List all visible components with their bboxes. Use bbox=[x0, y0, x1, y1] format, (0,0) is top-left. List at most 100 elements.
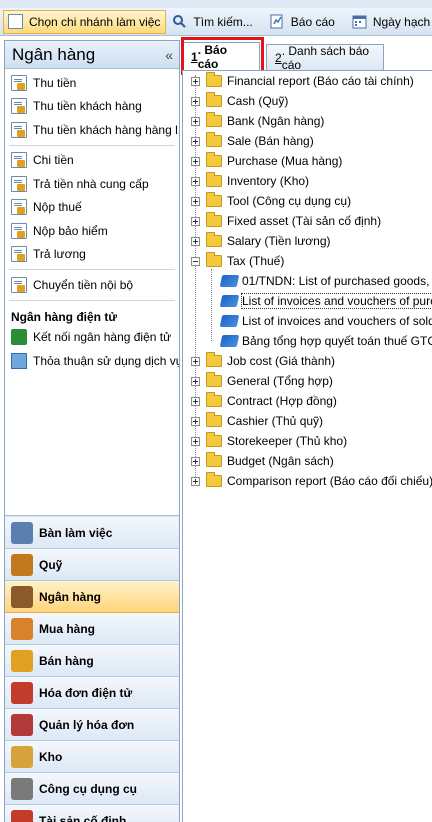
tab-report-list[interactable]: 2. Danh sách báo cáo bbox=[266, 44, 384, 72]
nav-item-customer-receipt[interactable]: Thu tiền khách hàng bbox=[5, 95, 179, 119]
expand-icon[interactable] bbox=[191, 436, 200, 446]
module-sales[interactable]: Bán hàng bbox=[5, 645, 179, 677]
tree-node-cash[interactable]: Cash (Quỹ) bbox=[191, 91, 288, 111]
folder-icon bbox=[206, 212, 222, 227]
nav-item-pay-tax[interactable]: Nộp thuế bbox=[5, 196, 179, 220]
nav-item-customer-receipt-batch[interactable]: Thu tiền khách hàng hàng l... bbox=[5, 118, 179, 142]
module-cash[interactable]: Quỹ bbox=[5, 549, 179, 581]
divider bbox=[9, 144, 175, 146]
tree-node-sale[interactable]: Sale (Bán hàng) bbox=[191, 131, 314, 151]
tree-node-inventory[interactable]: Inventory (Kho) bbox=[191, 171, 309, 191]
menu-strip bbox=[0, 0, 432, 8]
tree-node-contract[interactable]: Contract (Hợp đồng) bbox=[191, 391, 337, 411]
search-button[interactable]: Tìm kiếm... bbox=[168, 10, 257, 34]
expand-icon[interactable] bbox=[191, 96, 200, 106]
collapse-panel-button[interactable]: « bbox=[165, 47, 173, 63]
module-inventory[interactable]: Kho bbox=[5, 741, 179, 773]
left-panel-title: Ngân hàng bbox=[12, 44, 96, 64]
expand-icon[interactable] bbox=[191, 376, 200, 386]
nav-item-pay-supplier[interactable]: Trả tiền nhà cung cấp bbox=[5, 172, 179, 196]
module-tools[interactable]: Công cụ dụng cụ bbox=[5, 773, 179, 805]
payment-icon bbox=[11, 199, 27, 216]
expand-icon[interactable] bbox=[191, 396, 200, 406]
report-book-icon bbox=[219, 275, 240, 287]
nav-item-payment[interactable]: Chi tiền bbox=[5, 149, 179, 173]
folder-icon bbox=[206, 112, 222, 127]
tree-report-vat-settlement[interactable]: Bảng tổng hợp quyết toán thuế GTG bbox=[219, 331, 432, 351]
tree-node-bank[interactable]: Bank (Ngân hàng) bbox=[191, 111, 324, 131]
choose-branch-button[interactable]: Chọn chi nhánh làm việc bbox=[3, 9, 167, 34]
e-invoice-icon bbox=[11, 681, 33, 704]
bank-icon bbox=[11, 585, 33, 608]
tree-guide-line bbox=[211, 269, 212, 341]
report-book-icon bbox=[219, 335, 240, 347]
module-e-invoice[interactable]: Hóa đơn điện tử bbox=[5, 677, 179, 709]
tree-node-cashier[interactable]: Cashier (Thủ quỹ) bbox=[191, 411, 323, 431]
tree-report-01tndn[interactable]: 01/TNDN: List of purchased goods, bbox=[219, 271, 429, 291]
folder-open-icon bbox=[206, 252, 222, 267]
tree-node-salary[interactable]: Salary (Tiền lương) bbox=[191, 231, 331, 251]
nav-item-internal-transfer[interactable]: Chuyển tiền nội bộ bbox=[5, 273, 179, 297]
fixed-assets-icon bbox=[11, 809, 33, 822]
tree-node-purchase[interactable]: Purchase (Mua hàng) bbox=[191, 151, 342, 171]
collapse-icon[interactable] bbox=[191, 256, 200, 266]
folder-icon bbox=[206, 132, 222, 147]
expand-icon[interactable] bbox=[191, 216, 200, 226]
report-book-icon bbox=[219, 295, 240, 307]
folder-icon bbox=[206, 372, 222, 387]
nav-item-service-agreement[interactable]: Thỏa thuận sử dụng dịch vụ bbox=[5, 349, 179, 373]
tree-node-tax[interactable]: Tax (Thuế) bbox=[191, 251, 284, 271]
tree-node-comparison-report[interactable]: Comparison report (Báo cáo đối chiếu) bbox=[191, 471, 432, 491]
expand-icon[interactable] bbox=[191, 196, 200, 206]
tree-node-storekeeper[interactable]: Storekeeper (Thủ kho) bbox=[191, 431, 347, 451]
module-purchase[interactable]: Mua hàng bbox=[5, 613, 179, 645]
expand-icon[interactable] bbox=[191, 136, 200, 146]
folder-icon bbox=[206, 392, 222, 407]
tree-node-fixed-asset[interactable]: Fixed asset (Tài sản cố định) bbox=[191, 211, 381, 231]
module-desk[interactable]: Bàn làm việc bbox=[5, 517, 179, 549]
tree-node-general[interactable]: General (Tổng hợp) bbox=[191, 371, 333, 391]
calendar-icon bbox=[352, 14, 367, 29]
module-invoice-management[interactable]: Quản lý hóa đơn bbox=[5, 709, 179, 741]
payment-icon bbox=[11, 222, 27, 239]
tree-report-purchase-invoices[interactable]: List of invoices and vouchers of purc bbox=[219, 291, 432, 311]
expand-icon[interactable] bbox=[191, 116, 200, 126]
report-button[interactable]: Báo cáo bbox=[266, 10, 340, 34]
expand-icon[interactable] bbox=[191, 456, 200, 466]
nav-item-pay-insurance[interactable]: Nộp bảo hiểm bbox=[5, 219, 179, 243]
toolbar: Chọn chi nhánh làm việc Tìm kiếm... Báo … bbox=[0, 8, 432, 36]
tools-icon bbox=[11, 777, 33, 800]
agreement-icon bbox=[11, 352, 27, 369]
folder-icon bbox=[206, 232, 222, 247]
expand-icon[interactable] bbox=[191, 236, 200, 246]
expand-icon[interactable] bbox=[191, 476, 200, 486]
receipt-icon bbox=[11, 98, 27, 115]
divider bbox=[9, 299, 175, 301]
nav-item-receipt[interactable]: Thu tiền bbox=[5, 71, 179, 95]
transfer-icon bbox=[11, 276, 27, 293]
module-bank[interactable]: Ngân hàng bbox=[5, 581, 179, 613]
tree-node-tool[interactable]: Tool (Công cụ dụng cụ) bbox=[191, 191, 351, 211]
expand-icon[interactable] bbox=[191, 416, 200, 426]
tree-node-budget[interactable]: Budget (Ngân sách) bbox=[191, 451, 334, 471]
nav-item-ebank-connect[interactable]: Kết nối ngân hàng điện tử bbox=[5, 326, 179, 350]
tree-report-sold-invoices[interactable]: List of invoices and vouchers of sold bbox=[219, 311, 432, 331]
folder-icon bbox=[206, 152, 222, 167]
expand-icon[interactable] bbox=[191, 156, 200, 166]
receipt-icon bbox=[11, 74, 27, 91]
module-fixed-assets[interactable]: Tài sản cố định bbox=[5, 805, 179, 822]
expand-icon[interactable] bbox=[191, 176, 200, 186]
inventory-icon bbox=[11, 745, 33, 768]
nav-item-pay-salary[interactable]: Trả lương bbox=[5, 243, 179, 267]
left-navigation-panel: Ngân hàng « Thu tiền Thu tiền khách hàng… bbox=[4, 40, 180, 822]
divider bbox=[9, 269, 175, 270]
tree-node-job-cost[interactable]: Job cost (Giá thành) bbox=[191, 351, 335, 371]
expand-icon[interactable] bbox=[191, 76, 200, 86]
folder-icon bbox=[206, 452, 222, 467]
bank-building-icon bbox=[11, 329, 27, 346]
tree-node-financial-report[interactable]: Financial report (Báo cáo tài chính) bbox=[191, 71, 414, 91]
folder-icon bbox=[206, 72, 222, 87]
posting-date-button[interactable]: Ngày hạch t bbox=[348, 10, 432, 34]
folder-icon bbox=[206, 432, 222, 447]
expand-icon[interactable] bbox=[191, 356, 200, 366]
